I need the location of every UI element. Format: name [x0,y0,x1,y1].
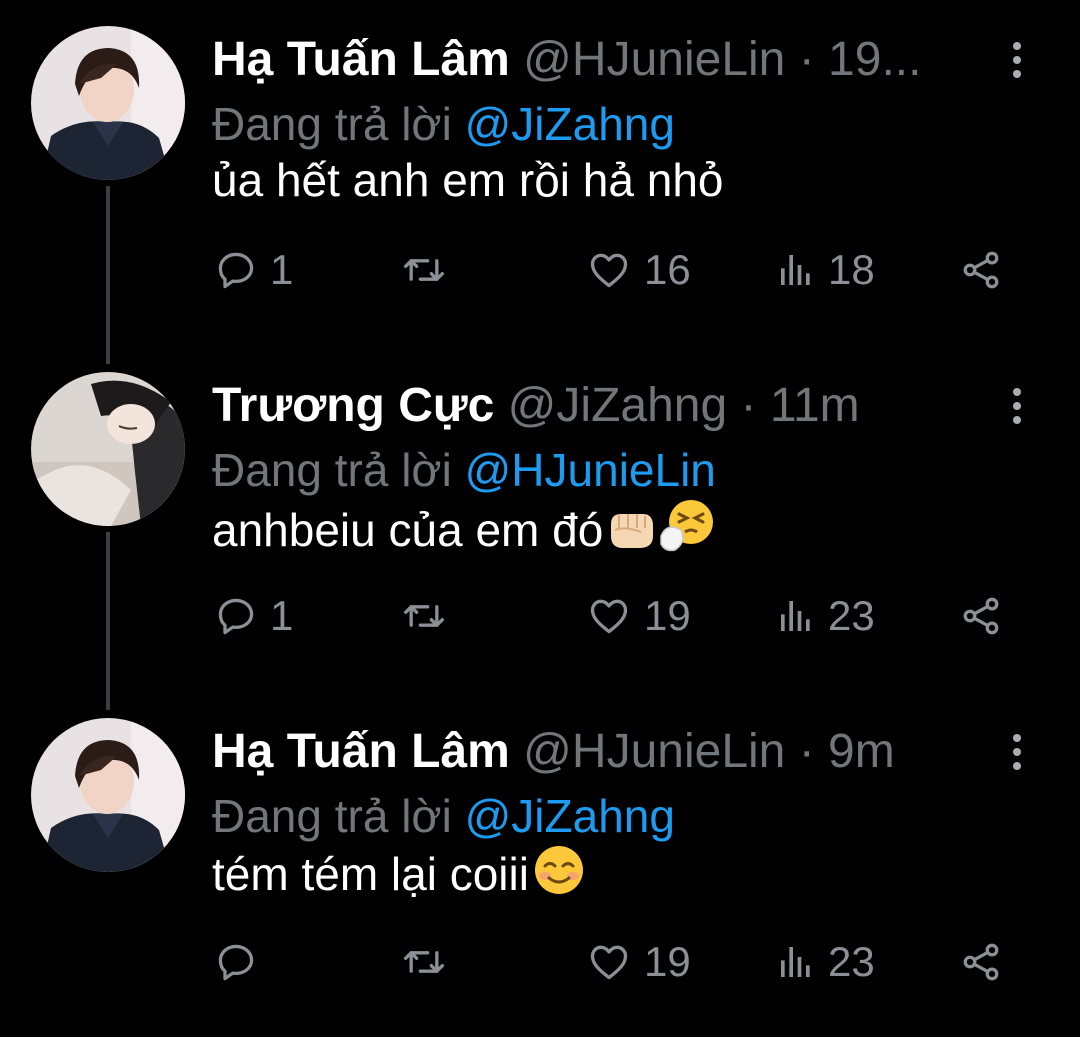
tweet-text-content: ủa hết anh em rồi hả nhỏ [212,154,724,206]
view-count: 18 [828,246,875,293]
avatar[interactable] [31,718,185,872]
mention-link[interactable]: @JiZahng [465,790,675,842]
tweet-text: ủa hết anh em rồi hả nhỏ [212,150,723,210]
replying-to: Đang trả lời @HJunieLin [212,440,716,500]
tweet-actions: 1 16 18 [0,240,1080,300]
timestamp[interactable]: 11m [770,379,860,432]
share-button[interactable] [958,932,1004,992]
smiling-face-emoji [531,842,587,912]
reply-button[interactable]: 1 [214,586,293,646]
retweet-button[interactable] [400,932,460,992]
tweet-text: anhbeiu của em đó [212,496,717,568]
replying-to: Đang trả lời @JiZahng [212,786,675,846]
view-count: 23 [828,592,875,639]
views-button[interactable]: 23 [776,932,875,992]
heart-icon [590,945,628,980]
reply-button[interactable]: 1 [214,240,293,300]
retweet-button[interactable] [400,240,460,300]
share-icon [963,943,999,981]
views-icon [781,601,810,631]
separator-dot: · [740,379,757,432]
replying-to: Đang trả lời @JiZahng [212,94,675,154]
avatar[interactable] [31,26,185,180]
more-options-icon[interactable] [1000,382,1034,430]
timestamp[interactable]: 9m [828,725,895,778]
tweet[interactable]: Hạ Tuấn Lâm @HJunieLin · 9m Đang trả lời… [0,692,1080,1037]
tweet-text: tém tém lại coiii [212,842,587,912]
like-count: 16 [644,246,691,293]
more-options-icon[interactable] [1000,36,1034,84]
views-icon [781,947,810,977]
reply-count: 1 [270,246,294,293]
share-button[interactable] [958,240,1004,300]
retweet-button[interactable] [400,586,460,646]
reply-button[interactable] [214,932,270,992]
reply-icon [218,598,254,635]
like-button[interactable]: 16 [586,240,691,300]
username-handle[interactable]: @JiZahng [508,379,728,432]
replying-to-label: Đang trả lời [212,790,452,842]
retweet-icon [404,605,444,627]
display-name[interactable]: Trương Cực [212,379,494,432]
retweet-icon [404,259,444,281]
view-count: 23 [828,938,875,985]
username-handle[interactable]: @HJunieLin [523,725,785,778]
separator-dot: · [798,33,815,86]
mention-link[interactable]: @HJunieLin [465,444,716,496]
tweet-actions: 1 19 23 [0,586,1080,646]
tweet-actions: 19 23 [0,932,1080,992]
heart-icon [590,599,628,634]
sneezing-face-emoji [659,496,717,568]
reply-icon [218,252,254,289]
like-button[interactable]: 19 [586,586,691,646]
display-name[interactable]: Hạ Tuấn Lâm [212,33,510,86]
more-options-icon[interactable] [1000,728,1034,776]
like-count: 19 [644,938,691,985]
heart-icon [590,253,628,288]
share-icon [963,251,999,289]
retweet-icon [404,951,444,973]
views-icon [781,255,810,285]
tweet-header: Hạ Tuấn Lâm @HJunieLin · 9m [212,722,1012,782]
avatar[interactable] [31,372,185,526]
tweet-header: Hạ Tuấn Lâm @HJunieLin · 19... [212,30,1012,90]
username-handle[interactable]: @HJunieLin [523,33,785,86]
like-count: 19 [644,592,691,639]
share-icon [963,597,999,635]
tweet[interactable]: Trương Cực @JiZahng · 11m Đang trả lời @… [0,346,1080,691]
separator-dot: · [798,725,815,778]
like-button[interactable]: 19 [586,932,691,992]
tweet[interactable]: Hạ Tuấn Lâm @HJunieLin · 19... Đang trả … [0,0,1080,345]
reply-count: 1 [270,592,294,639]
display-name[interactable]: Hạ Tuấn Lâm [212,725,510,778]
tweet-text-content: anhbeiu của em đó [212,504,604,556]
views-button[interactable]: 23 [776,586,875,646]
replying-to-label: Đang trả lời [212,444,452,496]
replying-to-label: Đang trả lời [212,98,452,150]
fist-emoji [605,504,657,568]
tweet-text-content: tém tém lại coiii [212,848,529,900]
share-button[interactable] [958,586,1004,646]
timestamp[interactable]: 19... [828,33,921,86]
tweet-header: Trương Cực @JiZahng · 11m [212,376,1012,436]
reply-icon [218,944,254,981]
views-button[interactable]: 18 [776,240,875,300]
mention-link[interactable]: @JiZahng [465,98,675,150]
